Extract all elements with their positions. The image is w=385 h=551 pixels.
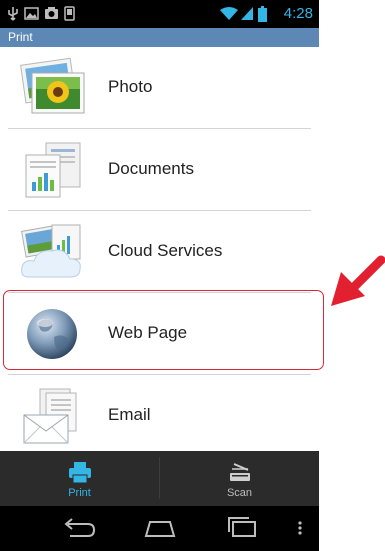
- home-icon[interactable]: [140, 514, 180, 542]
- gallery-notification-icon: [24, 7, 39, 20]
- menu-item-label: Cloud Services: [108, 241, 223, 260]
- email-icon: [23, 388, 77, 444]
- camera-notification-icon: [45, 7, 58, 19]
- page-title: Print: [8, 30, 33, 44]
- documents-icon: [25, 142, 81, 198]
- status-bar: 4:28: [0, 0, 319, 28]
- menu-item-label: Documents: [108, 159, 194, 178]
- menu-item-email[interactable]: Email: [0, 375, 319, 456]
- overflow-menu-icon[interactable]: [280, 514, 319, 542]
- menu-item-documents[interactable]: Documents: [0, 129, 319, 210]
- tab-scan[interactable]: Scan: [160, 451, 319, 506]
- back-icon[interactable]: [58, 514, 98, 542]
- tab-label: Print: [68, 487, 91, 499]
- status-clock: 4:28: [283, 5, 313, 22]
- photo-icon: [20, 57, 85, 114]
- usb-icon: [8, 7, 18, 21]
- device-notification-icon: [64, 6, 75, 21]
- callout-arrow-icon: [331, 255, 385, 306]
- tab-print[interactable]: Print: [0, 451, 159, 506]
- recent-apps-icon[interactable]: [221, 514, 261, 542]
- system-navigation-bar: [0, 506, 319, 551]
- menu-item-cloud-services[interactable]: Cloud Services: [0, 211, 319, 292]
- phone-screen: 4:28 Print Photo Documents Cloud Service…: [0, 0, 319, 551]
- menu-item-photo[interactable]: Photo: [0, 47, 319, 128]
- scanner-icon: [230, 463, 250, 481]
- battery-icon: [258, 6, 267, 22]
- title-bar: Print: [0, 28, 319, 47]
- printer-icon: [69, 462, 91, 484]
- wifi-icon: [220, 7, 238, 20]
- tab-label: Scan: [226, 487, 253, 499]
- menu-item-label: Photo: [108, 77, 153, 96]
- highlight-callout-box: [3, 290, 324, 370]
- menu-item-label: Email: [108, 405, 151, 424]
- cloud-services-icon: [21, 224, 81, 278]
- bottom-tab-bar: Print Scan: [0, 451, 319, 506]
- signal-icon: [241, 7, 253, 20]
